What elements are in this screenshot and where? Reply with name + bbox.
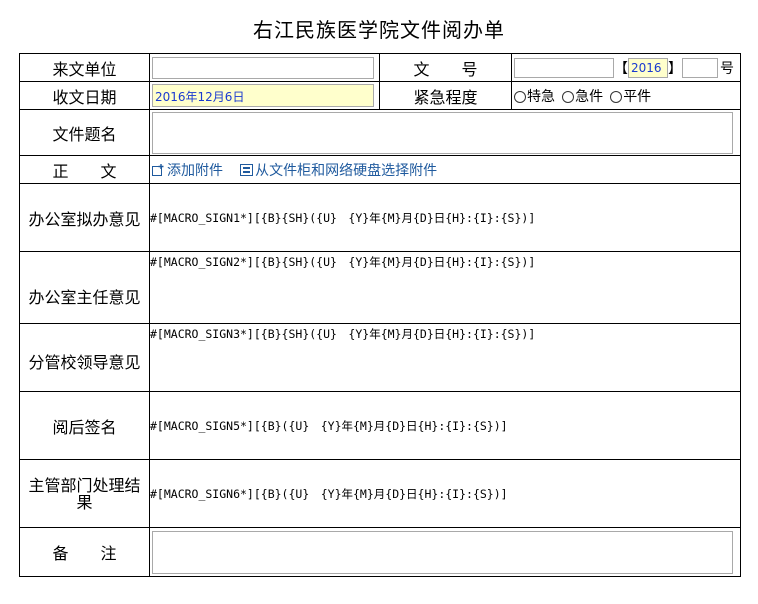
radio-icon[interactable] [562, 90, 575, 103]
doc-number-label: 文 号 [379, 53, 512, 82]
dept-result-label: 主管部门处理结果 [19, 459, 150, 528]
source-unit-label: 来文单位 [19, 53, 150, 82]
add-attachment-icon [152, 163, 164, 176]
source-unit-input[interactable] [152, 56, 374, 79]
urgency-label: 紧急程度 [379, 81, 512, 110]
doc-number-suffix: 号 [720, 60, 734, 77]
document-form-table: 来文单位 文 号 【2016】 号 收文日期 2016年12月6日 紧急程度 特急… [19, 53, 741, 577]
radio-icon[interactable] [610, 90, 623, 103]
doc-title-label: 文件题名 [19, 109, 150, 156]
body-label: 正 文 [19, 155, 150, 184]
remarks-label: 备 注 [19, 527, 150, 577]
office-draft-macro: #[MACRO_SIGN1*][{B}{SH}({U} {Y}年{M}月{D}日… [150, 210, 536, 225]
school-leader-label: 分管校领导意见 [19, 323, 150, 392]
urgency-option-normal[interactable]: 平件 [610, 89, 651, 105]
read-sign-macro: #[MACRO_SIGN5*][{B}({U} {Y}年{M}月{D}日{H}:… [150, 418, 508, 433]
urgency-option-urgent[interactable]: 特急 [514, 89, 555, 105]
doc-number-bracket-close: 】 [668, 60, 682, 77]
doc-number-year-input[interactable]: 2016 [628, 57, 668, 78]
doc-number-serial-input[interactable] [682, 57, 718, 78]
add-attachment-link[interactable]: 添加附件 [152, 163, 223, 179]
remarks-textarea[interactable] [152, 530, 733, 574]
read-sign-label: 阅后签名 [19, 391, 150, 460]
school-leader-macro: #[MACRO_SIGN3*][{B}{SH}({U} {Y}年{M}月{D}日… [150, 327, 536, 341]
receive-date-label: 收文日期 [19, 81, 150, 110]
receive-date-input[interactable]: 2016年12月6日 [152, 84, 374, 107]
file-cabinet-icon [240, 163, 254, 176]
doc-number-prefix-input[interactable] [514, 57, 614, 78]
doc-title-textarea[interactable] [152, 111, 733, 154]
dept-result-macro: #[MACRO_SIGN6*][{B}({U} {Y}年{M}月{D}日{H}:… [150, 486, 508, 501]
urgency-option-express[interactable]: 急件 [562, 89, 603, 105]
select-attachment-link[interactable]: 从文件柜和网络硬盘选择附件 [240, 163, 437, 179]
office-draft-label: 办公室拟办意见 [19, 183, 150, 252]
office-director-macro: #[MACRO_SIGN2*][{B}{SH}({U} {Y}年{M}月{D}日… [150, 255, 536, 269]
form-title: 右江民族医学院文件阅办单 [253, 18, 505, 42]
office-director-label: 办公室主任意见 [19, 251, 150, 324]
doc-number-bracket-open: 【 [614, 60, 628, 77]
radio-icon[interactable] [514, 90, 526, 103]
